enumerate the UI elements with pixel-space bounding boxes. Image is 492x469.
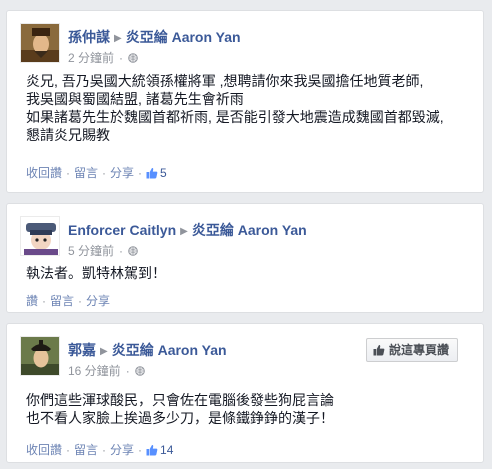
comment-link[interactable]: 留言 [74,166,98,180]
like-page-label: 說這專頁讚 [388,343,449,357]
share-link[interactable]: 分享 [110,443,134,457]
globe-icon [134,366,145,376]
post-meta: 2 分鐘前 · [68,49,138,66]
post-card: 郭嘉 ▶ 炎亞綸 Aaron Yan 16 分鐘前 · 說這專頁讚 你們這些渾球酸民，… [6,323,484,463]
post-header: 郭嘉 ▶ 炎亞綸 Aaron Yan 16 分鐘前 · 說這專頁讚 [7,324,483,379]
avatar[interactable] [20,23,60,63]
unlike-link[interactable]: 收回讚 [26,166,62,180]
post-text-line: 你們這些渾球酸民，只會佐在電腦後發些狗屁言論 [26,392,334,408]
post-byline: Enforcer Caitlyn ▶ 炎亞綸 Aaron Yan [68,220,307,240]
target-page-name[interactable]: 炎亞綸 Aaron Yan [112,342,227,358]
post-body: 執法者。凱特林駕到！ [26,264,166,282]
thumbs-up-icon [146,444,158,456]
unlike-link[interactable]: 收回讚 [26,443,62,457]
avatar[interactable] [20,336,60,376]
thumbs-up-icon [146,167,158,179]
post-header: Enforcer Caitlyn ▶ 炎亞綸 Aaron Yan 5 分鐘前 · [7,204,483,259]
post-meta: 5 分鐘前 · [68,242,138,259]
like-count[interactable]: 5 [146,166,167,180]
author-name[interactable]: 孫仲謀 [68,29,110,45]
timestamp[interactable]: 2 分鐘前 [68,51,114,65]
post-actions: 收回讚 · 留言 · 分享 · 14 [26,443,174,457]
comment-link[interactable]: 留言 [74,443,98,457]
share-link[interactable]: 分享 [110,166,134,180]
post-header: 孫仲謀 ▶ 炎亞綸 Aaron Yan 2 分鐘前 · [7,11,483,66]
post-text-line: 懇請炎兄賜教 [26,127,110,143]
post-text-line: 我吳國與蜀國結盟, 諸葛先生會祈雨 [26,91,244,107]
avatar[interactable] [20,216,60,256]
like-count-value: 5 [160,166,167,180]
post-card: 孫仲謀 ▶ 炎亞綸 Aaron Yan 2 分鐘前 · 炎兄, 吾乃吳國大統領孫權將軍… [6,10,484,193]
globe-icon [128,246,138,256]
timestamp[interactable]: 16 分鐘前 [68,364,121,378]
post-actions: 讚 · 留言 · 分享 [26,294,111,308]
globe-icon [128,53,138,63]
like-link[interactable]: 讚 [26,294,38,308]
post-body: 炎兄, 吾乃吳國大統領孫權將軍 ,想聘請你來我吳國擔任地質老師, 我吳國與蜀國結… [26,72,444,144]
avatar-portrait-icon [21,337,59,375]
avatar-portrait-icon [21,24,59,62]
post-text-line: 炎兄, 吾乃吳國大統領孫權將軍 ,想聘請你來我吳國擔任地質老師, [26,73,424,89]
target-page-name[interactable]: 炎亞綸 Aaron Yan [192,222,307,238]
like-page-button[interactable]: 說這專頁讚 [365,338,458,362]
avatar-cartoon-icon [21,217,59,255]
post-actions: 收回讚 · 留言 · 分享 · 5 [26,166,167,180]
share-link[interactable]: 分享 [86,294,110,308]
like-count-value: 14 [160,443,174,457]
post-text-line: 也不看人家臉上挨過多少刀，是條鐵錚錚的漢子！ [26,410,334,426]
post-byline: 孫仲謀 ▶ 炎亞綸 Aaron Yan [68,27,241,47]
target-page-name[interactable]: 炎亞綸 Aaron Yan [126,29,241,45]
comment-link[interactable]: 留言 [50,294,74,308]
triangle-right-icon: ▶ [114,33,122,44]
author-name[interactable]: Enforcer Caitlyn [68,222,176,238]
triangle-right-icon: ▶ [100,346,108,357]
post-text-line: 執法者。凱特林駕到！ [26,265,166,281]
post-text-line: 如果諸葛先生於魏國首都祈雨, 是否能引發大地震造成魏國首都毀滅, [26,109,444,125]
like-count[interactable]: 14 [146,443,173,457]
post-byline: 郭嘉 ▶ 炎亞綸 Aaron Yan [68,340,227,360]
triangle-right-icon: ▶ [180,226,188,237]
post-body: 你們這些渾球酸民，只會佐在電腦後發些狗屁言論 也不看人家臉上挨過多少刀，是條鐵錚… [26,391,334,427]
post-meta: 16 分鐘前 · [68,362,145,379]
timestamp[interactable]: 5 分鐘前 [68,244,114,258]
post-card: Enforcer Caitlyn ▶ 炎亞綸 Aaron Yan 5 分鐘前 · 執法… [6,203,484,313]
thumbs-up-icon [373,344,385,356]
author-name[interactable]: 郭嘉 [68,342,96,358]
